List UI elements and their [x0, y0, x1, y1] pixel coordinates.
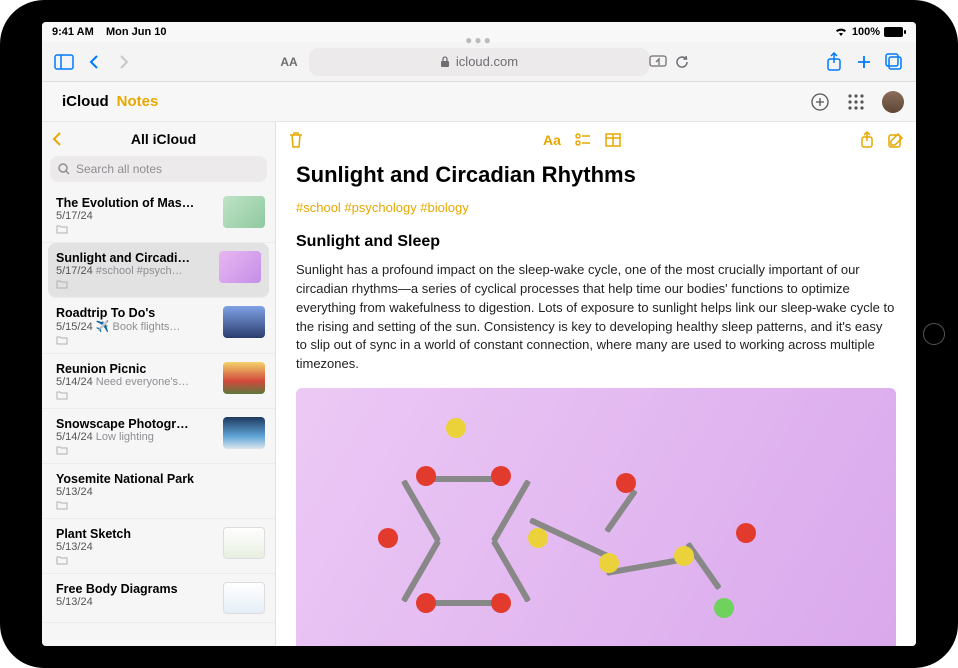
folder-back-button[interactable] [52, 132, 62, 146]
search-placeholder: Search all notes [76, 162, 162, 176]
icloud-brand-suffix: Notes [117, 93, 159, 110]
note-item-date: 5/14/24 [56, 431, 93, 443]
text-format-button[interactable]: Aa [543, 132, 561, 148]
folder-icon [56, 445, 215, 455]
note-item-title: Roadtrip To Do's [56, 306, 215, 320]
battery-percent: 100% [852, 26, 880, 38]
note-item-date: 5/13/24 [56, 541, 93, 553]
note-item-thumbnail [223, 362, 265, 394]
compose-button[interactable] [888, 132, 904, 148]
note-item-thumbnail [219, 251, 261, 283]
folder-icon [56, 279, 211, 289]
folder-icon [56, 335, 215, 345]
note-item-snippet: ✈️ Book flights… [96, 321, 181, 333]
note-item-snippet: Low lighting [96, 431, 154, 443]
note-item-title: The Evolution of Mas… [56, 196, 215, 210]
address-area: ●●● AA icloud.com [142, 48, 816, 76]
note-item-thumbnail [223, 306, 265, 338]
note-item[interactable]: The Evolution of Mas… 5/17/24 [42, 188, 275, 243]
safari-toolbar: ●●● AA icloud.com [42, 42, 916, 82]
note-tags[interactable]: #school #psychology #biology [296, 200, 896, 215]
main-split: All iCloud Search all notes The Evolutio… [42, 122, 916, 646]
note-editor: Aa Sunlight and Circ [276, 122, 916, 646]
table-button[interactable] [605, 133, 621, 147]
tabs-button[interactable] [882, 50, 906, 74]
note-item-date: 5/13/24 [56, 486, 93, 498]
notes-sidebar: All iCloud Search all notes The Evolutio… [42, 122, 276, 646]
molecule-illustration [296, 388, 896, 646]
note-item-title: Free Body Diagrams [56, 582, 215, 596]
screen-mirror-icon[interactable] [649, 55, 667, 69]
note-item[interactable]: Yosemite National Park 5/13/24 [42, 464, 275, 519]
ipad-home-button[interactable] [923, 323, 945, 345]
note-item-title: Snowscape Photogr… [56, 417, 215, 431]
forward-button [112, 50, 136, 74]
status-date: Mon Jun 10 [106, 26, 167, 38]
new-note-plus-button[interactable] [810, 92, 830, 112]
note-item[interactable]: Snowscape Photogr… 5/14/24 Low lighting [42, 409, 275, 464]
note-subheading: Sunlight and Sleep [296, 233, 896, 251]
address-url: icloud.com [456, 54, 518, 69]
delete-button[interactable] [288, 131, 304, 149]
note-item[interactable]: Sunlight and Circadi… 5/17/24 #school #p… [48, 243, 269, 298]
status-time: 9:41 AM [52, 26, 94, 38]
note-list[interactable]: The Evolution of Mas… 5/17/24 Sunlight a… [42, 188, 275, 646]
note-item-date: 5/13/24 [56, 596, 93, 608]
checklist-button[interactable] [575, 133, 591, 147]
note-item[interactable]: Free Body Diagrams 5/13/24 [42, 574, 275, 623]
app-grid-button[interactable] [848, 94, 864, 110]
note-item-title: Plant Sketch [56, 527, 215, 541]
account-avatar[interactable] [882, 91, 904, 113]
folder-icon [56, 224, 215, 234]
note-item-date: 5/14/24 [56, 376, 93, 388]
search-input[interactable]: Search all notes [50, 156, 267, 182]
sidebar-header: All iCloud [42, 122, 275, 156]
grab-handle-icon[interactable]: ●●● [465, 33, 493, 47]
reload-button[interactable] [675, 55, 689, 69]
icloud-brand-prefix: iCloud [62, 93, 109, 110]
battery-icon [884, 27, 906, 37]
wifi-icon [834, 27, 848, 37]
sidebar-title: All iCloud [62, 131, 265, 147]
note-item-snippet: Need everyone's… [96, 376, 189, 388]
note-item-date: 5/17/24 [56, 265, 93, 277]
note-item-thumbnail [223, 417, 265, 449]
status-right: 100% [834, 26, 906, 38]
folder-icon [56, 390, 215, 400]
reader-button[interactable]: AA [269, 55, 309, 69]
note-item-date: 5/15/24 [56, 321, 93, 333]
sidebar-toggle-button[interactable] [52, 50, 76, 74]
screen: 9:41 AM Mon Jun 10 100% [42, 22, 916, 646]
ipad-frame: 9:41 AM Mon Jun 10 100% [0, 0, 958, 668]
note-item[interactable]: Roadtrip To Do's 5/15/24 ✈️ Book flights… [42, 298, 275, 354]
note-item-date: 5/17/24 [56, 210, 93, 222]
note-item-title: Sunlight and Circadi… [56, 251, 211, 265]
note-item[interactable]: Plant Sketch 5/13/24 [42, 519, 275, 574]
note-item-snippet: #school #psych… [96, 265, 183, 277]
note-paragraph: Sunlight has a profound impact on the sl… [296, 261, 896, 374]
note-body[interactable]: Sunlight and Circadian Rhythms #school #… [276, 158, 916, 646]
search-icon [58, 163, 70, 175]
note-item-thumbnail [223, 196, 265, 228]
folder-icon [56, 555, 215, 565]
note-item-title: Reunion Picnic [56, 362, 215, 376]
note-item-thumbnail [223, 582, 265, 614]
note-title: Sunlight and Circadian Rhythms [296, 162, 896, 188]
new-tab-button[interactable] [852, 50, 876, 74]
editor-toolbar: Aa [276, 122, 916, 158]
share-note-button[interactable] [860, 131, 874, 149]
note-item-thumbnail [223, 527, 265, 559]
note-image[interactable] [296, 388, 896, 646]
lock-icon [440, 56, 450, 68]
address-bar[interactable]: icloud.com [309, 48, 649, 76]
back-button[interactable] [82, 50, 106, 74]
icloud-header: iCloud Notes [42, 82, 916, 122]
note-item[interactable]: Reunion Picnic 5/14/24 Need everyone's… [42, 354, 275, 409]
folder-icon [56, 500, 265, 510]
share-button[interactable] [822, 50, 846, 74]
status-left: 9:41 AM Mon Jun 10 [52, 26, 167, 38]
note-item-title: Yosemite National Park [56, 472, 265, 486]
